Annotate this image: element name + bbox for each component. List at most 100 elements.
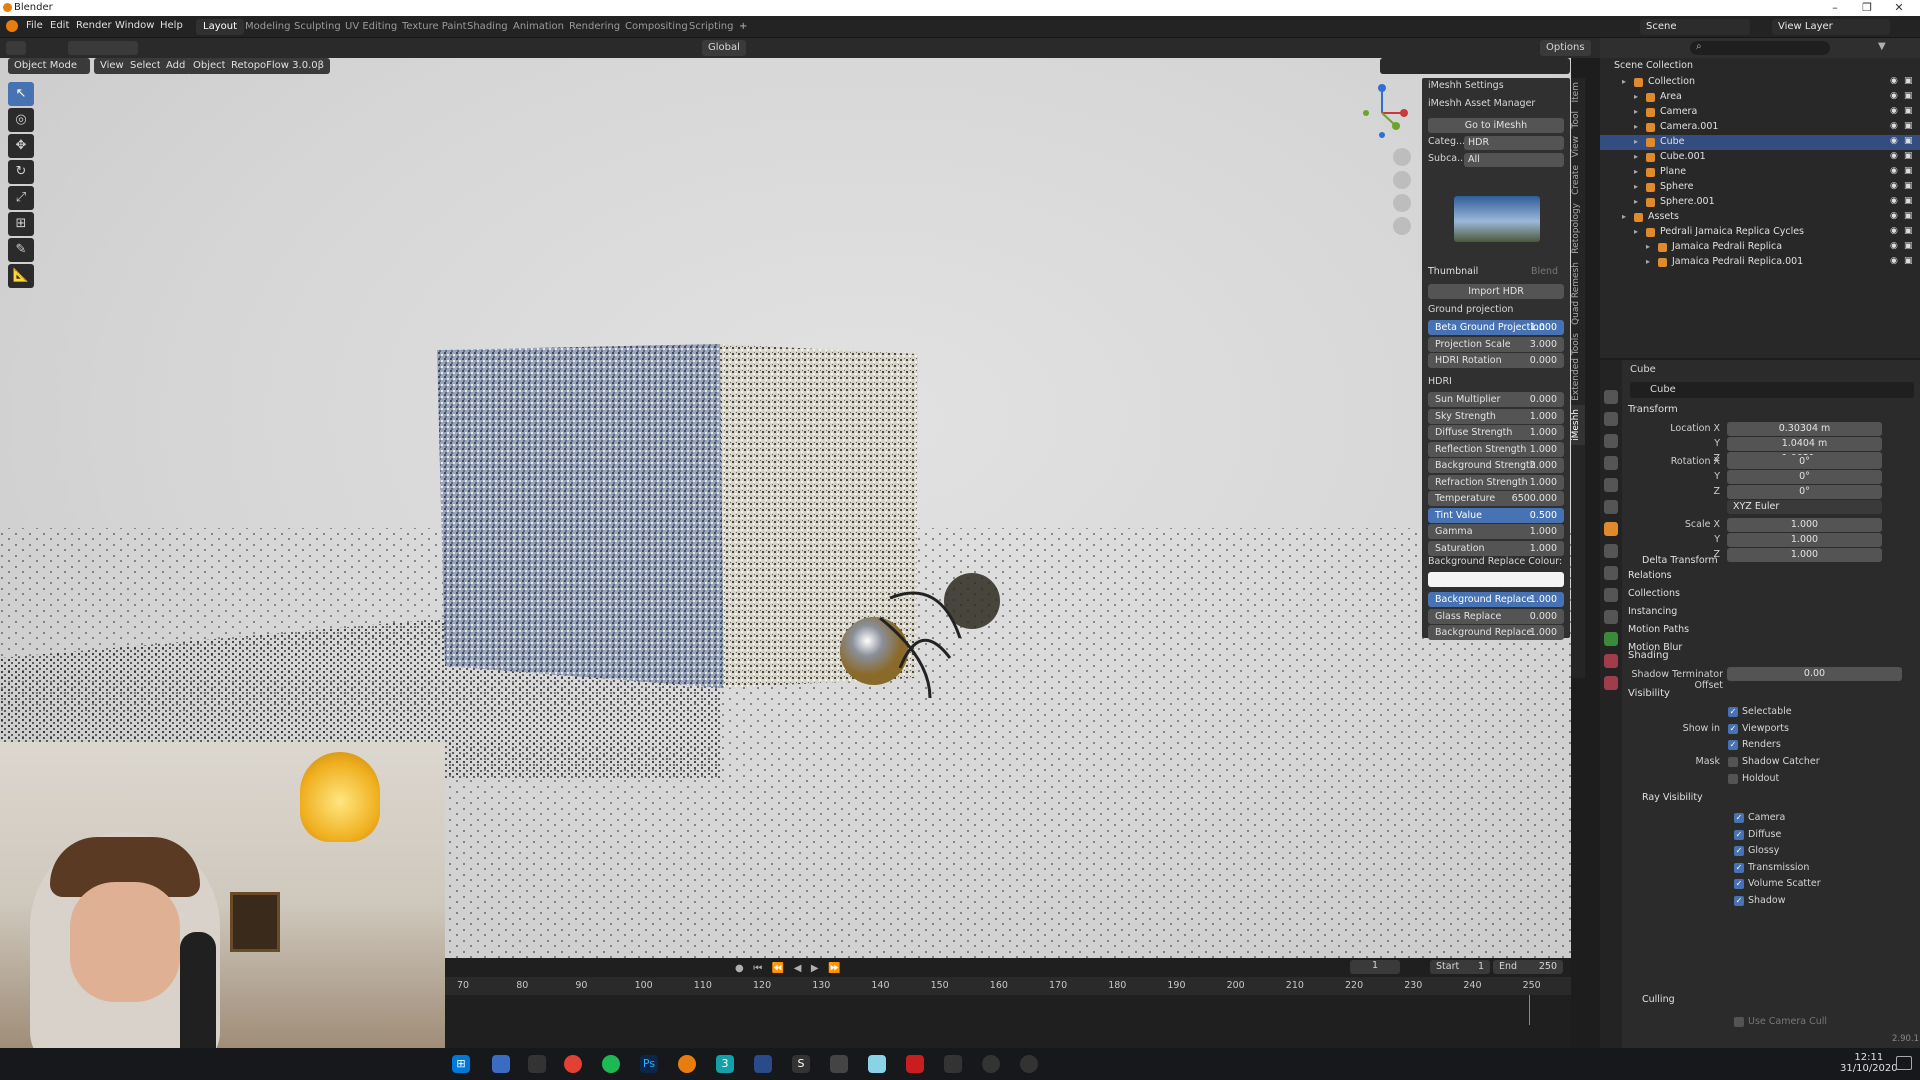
goto-imeshh-button[interactable]: Go to iMeshh (1428, 118, 1564, 133)
blender-menu-icon[interactable] (6, 20, 18, 32)
field-replace_fields-2[interactable]: Background Replace 1.000 (1428, 625, 1564, 640)
object-mode-dropdown[interactable]: Object Mode (8, 58, 90, 74)
render-camera-icon[interactable]: ▣ (1904, 181, 1913, 191)
visibility-eye-icon[interactable]: ◉ (1890, 256, 1898, 266)
constraints-props-icon[interactable] (1604, 610, 1618, 624)
shadow-catcher-checkbox[interactable] (1728, 757, 1738, 767)
panel-header[interactable]: Delta Transform (1642, 555, 1718, 566)
scene-props-icon[interactable] (1604, 478, 1618, 492)
ray-visibility-header[interactable]: Ray Visibility (1642, 792, 1703, 803)
rotation-field[interactable]: 0° (1727, 455, 1882, 469)
render-camera-icon[interactable]: ▣ (1904, 166, 1913, 176)
menu-render[interactable]: Render (76, 20, 112, 31)
retopoflow-menu[interactable]: RetopoFlow 3.0.0β (225, 58, 330, 74)
app-icon-6[interactable] (830, 1055, 848, 1073)
close-button[interactable]: ✕ (1884, 1, 1914, 14)
outliner-row[interactable]: ▸ Assets ◉ ▣ (1600, 210, 1920, 225)
tab-tool[interactable]: Tool (1571, 107, 1585, 132)
expand-icon[interactable]: ▸ (1646, 242, 1650, 251)
panel-header[interactable]: Instancing (1628, 606, 1677, 617)
expand-icon[interactable]: ▸ (1634, 167, 1638, 176)
scale-tool-icon[interactable]: ⤢ (8, 186, 34, 210)
field-hdri_fields-1[interactable]: Sky Strength 1.000 (1428, 408, 1564, 424)
visibility-eye-icon[interactable]: ◉ (1890, 181, 1898, 191)
navigation-gizmo[interactable] (1360, 80, 1420, 140)
camera-view-icon[interactable] (1393, 194, 1411, 212)
select-mode-icons[interactable] (68, 41, 138, 55)
location-field[interactable]: 0.30304 m (1727, 422, 1882, 436)
timeline-ruler[interactable]: 70 80 90 100 110 120 130 140 150 160 170 180 190 200 2… (445, 977, 1571, 995)
menu-help[interactable]: Help (160, 20, 183, 31)
expand-icon[interactable]: ▸ (1634, 197, 1638, 206)
bg-replace-colour-swatch[interactable] (1428, 572, 1564, 587)
play-reverse-icon[interactable]: ◀ (794, 963, 802, 974)
panel-header[interactable]: Relations (1628, 570, 1672, 581)
photoshop-icon[interactable]: Ps (640, 1055, 658, 1073)
prev-key-icon[interactable]: ⏪ (772, 963, 784, 974)
field-ground_fields-2[interactable]: HDRI Rotation 0.000 (1428, 353, 1564, 368)
expand-icon[interactable]: ▸ (1634, 182, 1638, 191)
outliner-search-input[interactable] (1690, 41, 1830, 55)
hdr-thumbnail[interactable] (1454, 196, 1540, 242)
panel-header[interactable]: Motion Paths (1628, 624, 1689, 635)
filter-icon[interactable]: ▼ (1878, 41, 1886, 52)
physics-props-icon[interactable] (1604, 588, 1618, 602)
outliner-row[interactable]: ▸ Area ◉ ▣ (1600, 90, 1920, 105)
tab-layout[interactable]: Layout (196, 19, 244, 35)
render-camera-icon[interactable]: ▣ (1904, 256, 1913, 266)
render-camera-icon[interactable]: ▣ (1904, 196, 1913, 206)
annotate-tool-icon[interactable]: ✎ (8, 238, 34, 262)
selectable-checkbox[interactable]: ✓ (1728, 707, 1738, 717)
tab-item[interactable]: Item (1571, 78, 1585, 107)
world-props-icon[interactable] (1604, 500, 1618, 514)
jump-start-icon[interactable]: ⏮ (753, 963, 762, 974)
visibility-eye-icon[interactable]: ◉ (1890, 151, 1898, 161)
tab-imeshh[interactable]: iMeshh (1571, 404, 1585, 445)
field-ground_fields-0[interactable]: Beta Ground Projection 1.000 (1428, 320, 1564, 335)
record-icon[interactable]: ● (735, 963, 744, 974)
render-camera-icon[interactable]: ▣ (1904, 106, 1913, 116)
field-hdri_fields-8[interactable]: Gamma 1.000 (1428, 524, 1564, 539)
render-camera-icon[interactable]: ▣ (1904, 91, 1913, 101)
ray-checkbox[interactable]: ✓ (1734, 862, 1744, 873)
modifier-props-icon[interactable] (1604, 544, 1618, 558)
menu-file[interactable]: File (26, 20, 43, 31)
outliner-row[interactable]: ▸ Camera.001 ◉ ▣ (1600, 120, 1920, 135)
tab-retopology[interactable]: Retopology (1571, 199, 1585, 258)
expand-icon[interactable]: ▸ (1646, 257, 1650, 266)
thumbnail-toggle[interactable]: Thumbnail (1428, 266, 1478, 277)
panel-header[interactable]: Collections (1628, 588, 1680, 599)
render-camera-icon[interactable]: ▣ (1904, 151, 1913, 161)
outliner-row[interactable]: ▸ Collection ◉ ▣ (1600, 75, 1920, 90)
visibility-eye-icon[interactable]: ◉ (1890, 121, 1898, 131)
expand-icon[interactable]: ▸ (1634, 137, 1638, 146)
field-replace_fields-1[interactable]: Glass Replace 0.000 (1428, 608, 1564, 624)
render-camera-icon[interactable]: ▣ (1904, 211, 1913, 221)
app-icon-11[interactable] (1020, 1055, 1038, 1073)
app-icon-8[interactable] (906, 1055, 924, 1073)
shading-panel-header[interactable]: Shading (1628, 650, 1669, 661)
pan-icon[interactable] (1393, 171, 1411, 189)
ray-checkbox[interactable]: ✓ (1734, 879, 1744, 889)
app-icon-3[interactable]: 3 (716, 1055, 734, 1073)
app-icon-10[interactable] (982, 1055, 1000, 1073)
expand-icon[interactable]: ▸ (1634, 92, 1638, 101)
tab-extended-tools[interactable]: Extended Tools (1571, 329, 1585, 405)
field-hdri_fields-2[interactable]: Diffuse Strength 1.000 (1428, 425, 1564, 440)
viewports-checkbox[interactable]: ✓ (1728, 724, 1738, 734)
tab-quad-remesh[interactable]: Quad Remesh (1571, 258, 1585, 329)
outliner-row[interactable]: ▸ Jamaica Pedrali Replica ◉ ▣ (1600, 240, 1920, 255)
visibility-eye-icon[interactable]: ◉ (1890, 76, 1898, 86)
expand-icon[interactable]: ▸ (1622, 77, 1626, 86)
visibility-eye-icon[interactable]: ◉ (1890, 196, 1898, 206)
add-workspace-icon[interactable]: + (732, 19, 754, 35)
menu-window[interactable]: Window (115, 20, 154, 31)
holdout-checkbox[interactable] (1728, 774, 1738, 784)
taskbar-clock[interactable]: 12:11 31/10/2020 (1840, 1052, 1898, 1074)
viewport-shading-icons[interactable] (1380, 58, 1570, 74)
rotate-tool-icon[interactable]: ↻ (8, 160, 34, 184)
field-replace_fields-0[interactable]: Background Replace 1.000 (1428, 592, 1564, 607)
render-camera-icon[interactable]: ▣ (1904, 136, 1913, 146)
expand-icon[interactable]: ▸ (1622, 212, 1626, 221)
ray-checkbox[interactable]: ✓ (1734, 895, 1744, 906)
